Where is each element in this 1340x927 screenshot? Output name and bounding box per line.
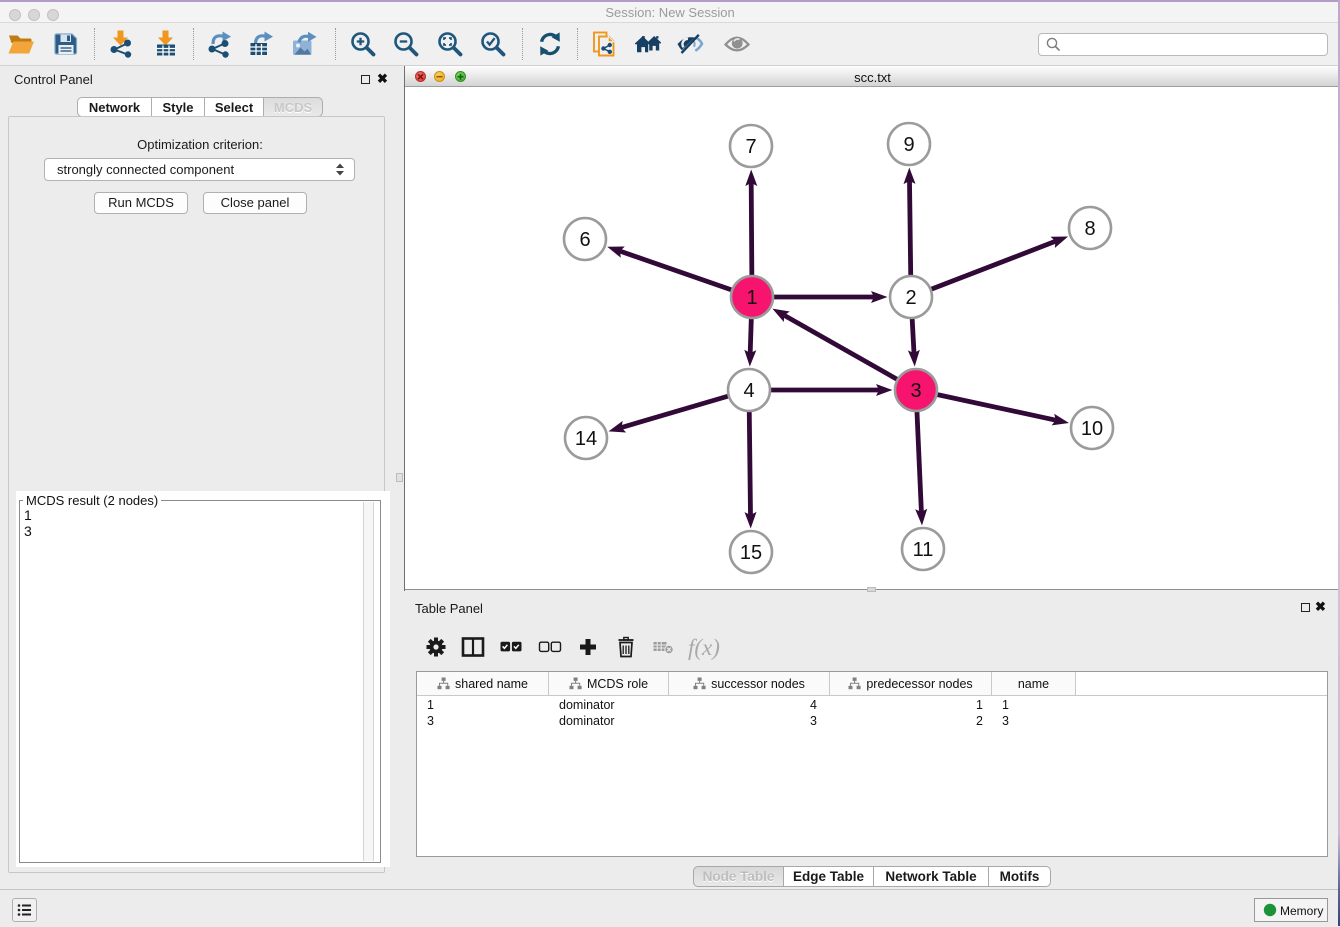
svg-text:6: 6 bbox=[579, 229, 590, 251]
svg-text:9: 9 bbox=[903, 134, 914, 156]
svg-text:f(x): f(x) bbox=[688, 635, 720, 660]
svg-text:11: 11 bbox=[913, 539, 934, 561]
svg-text:2: 2 bbox=[905, 287, 916, 309]
svg-text:1: 1 bbox=[746, 287, 757, 309]
svg-text:8: 8 bbox=[1084, 218, 1095, 240]
svg-text:3: 3 bbox=[910, 380, 921, 402]
svg-text:7: 7 bbox=[745, 136, 756, 158]
svg-text:15: 15 bbox=[740, 542, 762, 564]
svg-text:10: 10 bbox=[1081, 418, 1103, 440]
svg-text:4: 4 bbox=[743, 380, 754, 402]
svg-text:14: 14 bbox=[575, 428, 597, 450]
